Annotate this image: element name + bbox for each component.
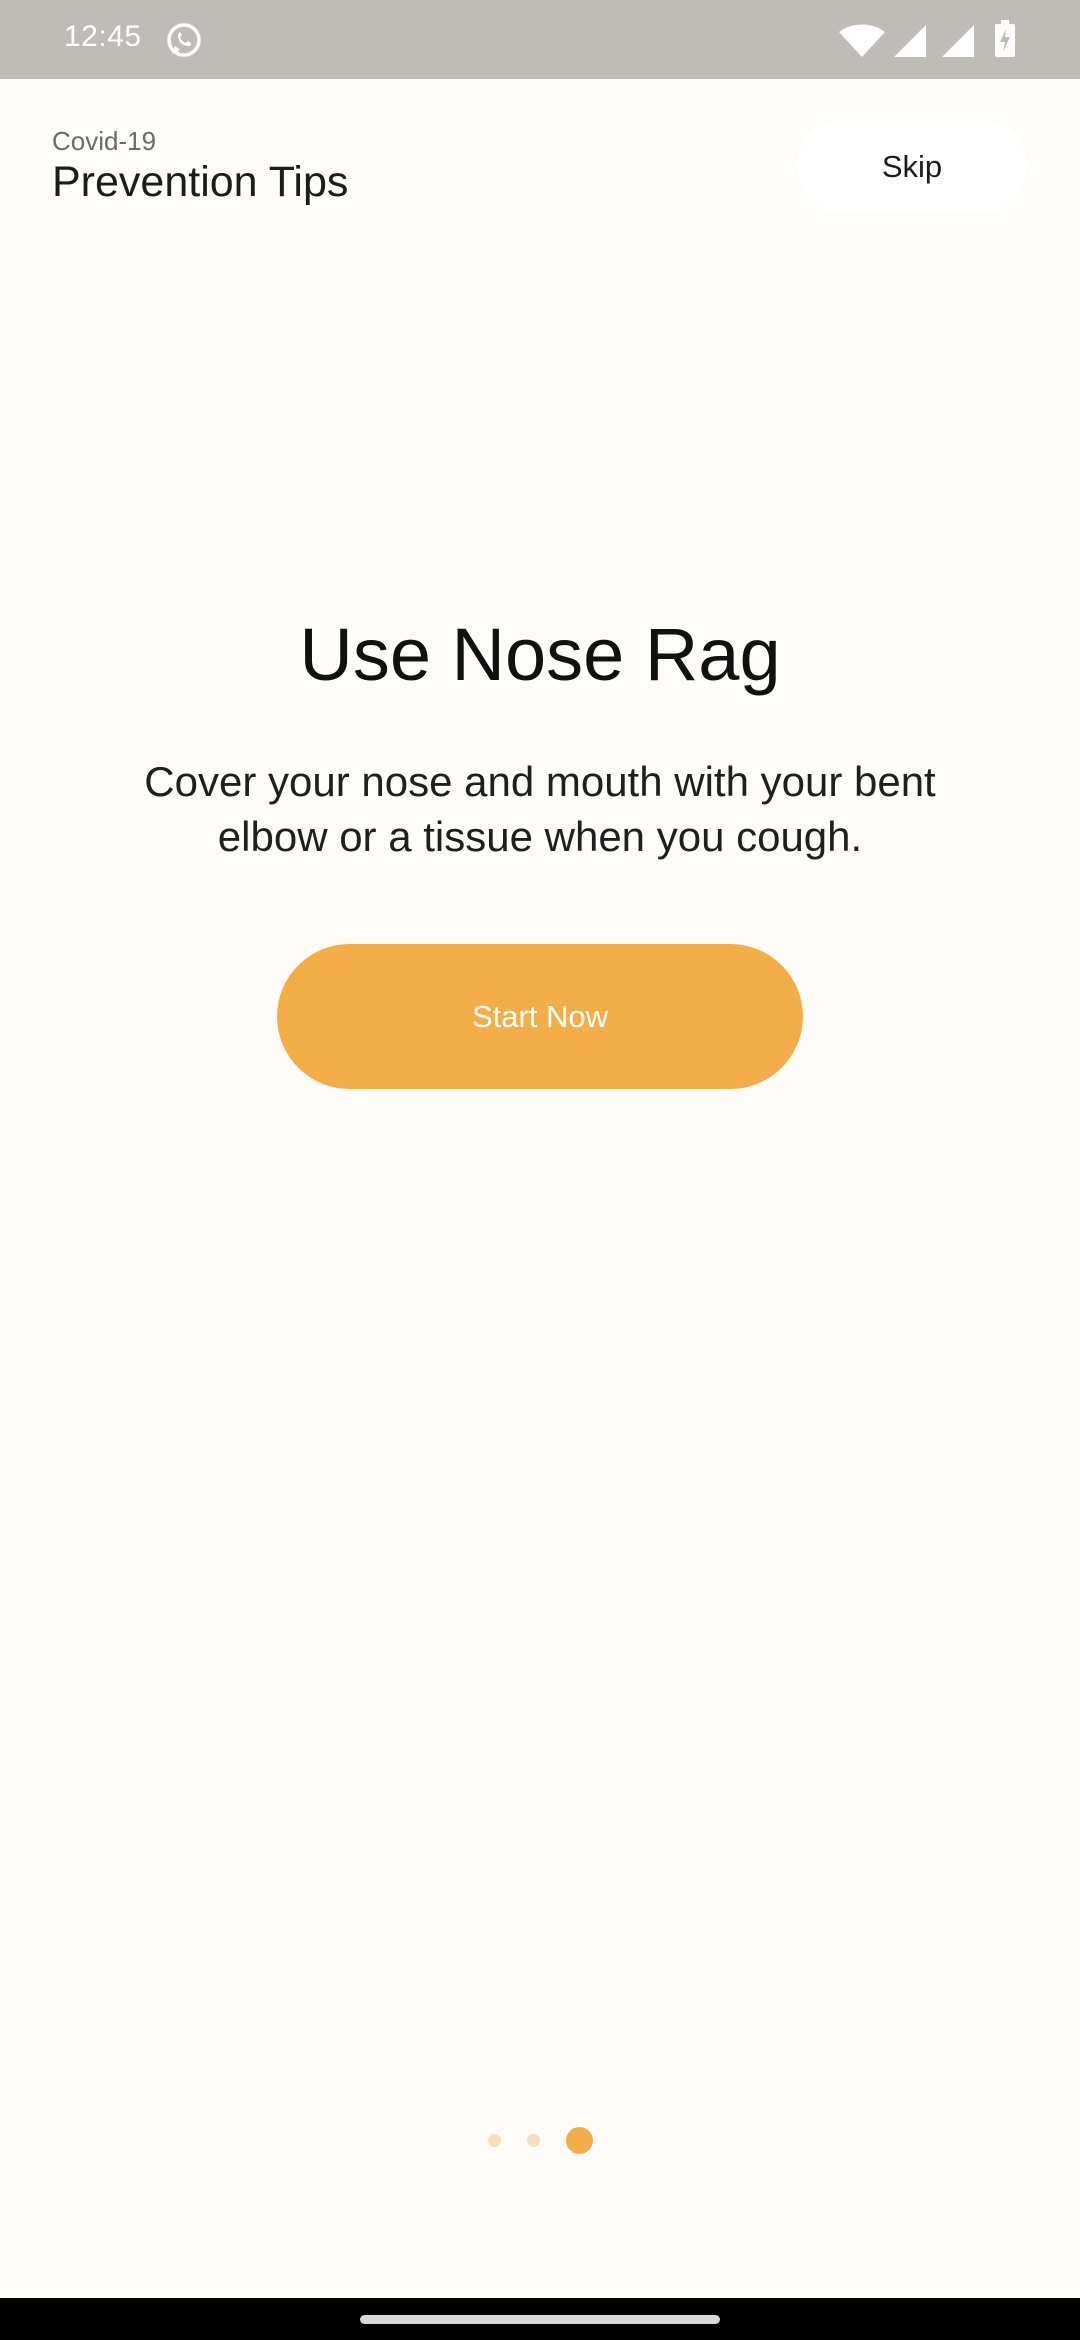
start-now-button[interactable]: Start Now — [277, 944, 803, 1089]
home-handle[interactable] — [360, 2315, 720, 2324]
page-indicator — [0, 2120, 1080, 2160]
page-dot[interactable] — [527, 2134, 540, 2147]
tip-description: Cover your nose and mouth with your bent… — [144, 758, 936, 860]
page-dot[interactable] — [488, 2134, 501, 2147]
status-bar: 12:45 — [0, 0, 1080, 79]
page-dot-active[interactable] — [566, 2127, 593, 2154]
header-subtitle: Covid-19 — [52, 126, 157, 156]
wifi-icon — [839, 24, 885, 57]
tip-title: Use Nose Rag — [299, 613, 781, 696]
whatsapp-icon — [167, 23, 201, 57]
status-time: 12:45 — [64, 20, 142, 53]
battery-icon — [995, 20, 1015, 57]
navigation-bar — [0, 2298, 1080, 2340]
signal-icon — [894, 25, 926, 57]
page-title: Prevention Tips — [52, 158, 349, 206]
skip-button[interactable]: Skip — [797, 120, 1027, 214]
signal-icon — [942, 25, 974, 57]
